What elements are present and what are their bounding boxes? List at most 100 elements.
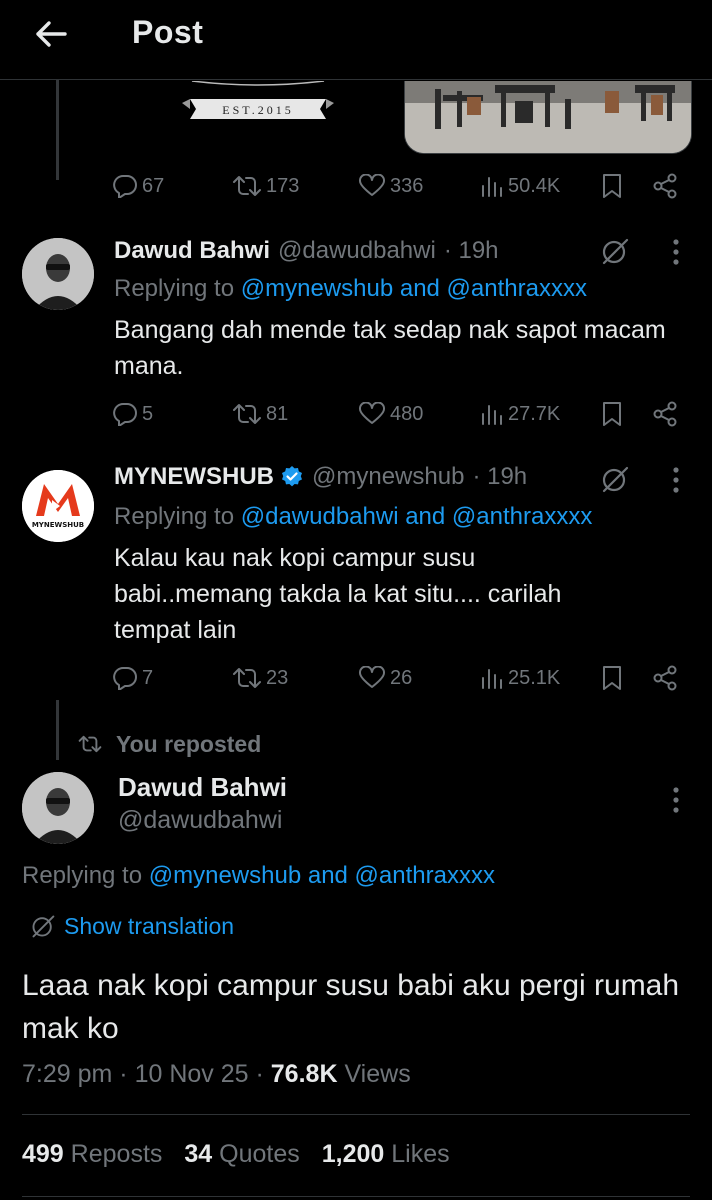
avatar-photo	[22, 238, 94, 310]
user-handle[interactable]: @dawudbahwi	[278, 237, 436, 265]
views-count: 25.1K	[508, 666, 561, 689]
bar-chart-icon	[482, 405, 502, 425]
replying-to-users[interactable]: @mynewshub and @anthraxxxx	[241, 275, 587, 302]
repost-count: 81	[266, 402, 289, 425]
reply1-actions: 5 81 480 27.7K	[112, 396, 690, 432]
quotes-stat[interactable]: 34 Quotes	[184, 1140, 299, 1169]
top-post-actions: 67 173 336 50.4K	[112, 168, 690, 204]
divider	[22, 1114, 690, 1115]
show-translation-button[interactable]: Show translation	[30, 910, 234, 942]
repost-icon	[233, 404, 261, 424]
page-title: Post	[132, 14, 204, 50]
thread-line	[56, 80, 59, 180]
reply-icon	[113, 175, 137, 198]
arrow-left-icon	[36, 21, 67, 47]
reply1-header: Dawud Bahwi @dawudbahwi · 19h	[114, 234, 499, 268]
post-time[interactable]: 7:29 pm	[22, 1060, 112, 1088]
reply2-header: MYNEWSHUB @mynewshub · 19h	[114, 460, 527, 494]
reply2-actions: 7 23 26 25.1K	[112, 660, 690, 696]
repost-indicator[interactable]: You reposted	[78, 728, 261, 760]
engagement-stats: 499 Reposts 34 Quotes 1,200 Likes	[22, 1140, 450, 1169]
bar-chart-icon	[482, 177, 502, 197]
repost-count: 23	[266, 666, 289, 689]
bookmark-button[interactable]	[602, 396, 622, 432]
verified-badge-icon	[282, 466, 302, 487]
repost-button[interactable]: 81	[232, 396, 288, 432]
divider	[22, 1196, 690, 1197]
media-image-logo[interactable]: EST.2015	[120, 81, 396, 155]
grok-icon[interactable]	[600, 464, 630, 494]
post-text: Kalau kau nak kopi campur susu babi..mem…	[114, 544, 562, 644]
replying-to: Replying to @mynewshub and @anthraxxxx	[22, 862, 495, 889]
top-bar: Post	[0, 0, 712, 80]
post-time[interactable]: · 19h	[444, 237, 499, 265]
bookmark-icon	[603, 666, 621, 690]
show-translation-label: Show translation	[64, 912, 235, 939]
repost-button[interactable]: 173	[232, 168, 299, 204]
share-button[interactable]	[652, 660, 678, 696]
share-icon	[653, 173, 677, 199]
share-button[interactable]	[652, 168, 678, 204]
display-name[interactable]: Dawud Bahwi	[114, 237, 270, 265]
media-image-cafe[interactable]	[404, 81, 692, 154]
post-time[interactable]: · 19h	[472, 463, 527, 491]
views-button[interactable]: 27.7K	[480, 396, 560, 432]
views-count: 76.8K	[270, 1060, 338, 1088]
repost-icon	[78, 735, 102, 753]
post-date[interactable]: 10 Nov 25	[135, 1060, 249, 1088]
reply-count: 7	[142, 666, 154, 689]
cafe-photo	[405, 81, 691, 153]
heart-icon	[359, 402, 385, 424]
bookmark-button[interactable]	[602, 168, 622, 204]
repost-button[interactable]: 23	[232, 660, 288, 696]
replying-to-users[interactable]: @mynewshub and @anthraxxxx	[149, 862, 495, 889]
more-icon[interactable]	[672, 786, 680, 814]
translate-icon	[32, 915, 55, 938]
user-handle[interactable]: @mynewshub	[312, 463, 464, 491]
mynewshub-logo: MYNEWSHUB	[22, 470, 94, 542]
replying-to: Replying to @dawudbahwi and @anthraxxxx	[114, 503, 593, 530]
grok-icon[interactable]	[600, 236, 630, 266]
views-count: 50.4K	[508, 174, 561, 197]
avatar-photo	[22, 772, 94, 844]
user-handle[interactable]: @dawudbahwi	[118, 806, 282, 835]
reply-button[interactable]: 7	[112, 660, 153, 696]
bookmark-icon	[603, 174, 621, 198]
views-button[interactable]: 50.4K	[480, 168, 560, 204]
share-icon	[653, 665, 677, 691]
avatar[interactable]: MYNEWSHUB	[22, 470, 94, 542]
bookmark-icon	[603, 402, 621, 426]
reply-button[interactable]: 5	[112, 396, 153, 432]
repost-count: 173	[266, 174, 300, 197]
display-name[interactable]: MYNEWSHUB	[114, 463, 274, 491]
views-count: 27.7K	[508, 402, 561, 425]
more-icon[interactable]	[672, 238, 680, 266]
repost-icon	[233, 176, 261, 196]
more-icon[interactable]	[672, 466, 680, 494]
views-button[interactable]: 25.1K	[480, 660, 560, 696]
like-button[interactable]: 336	[358, 168, 423, 204]
post-text: Bangang dah mende tak sedap nak sapot ma…	[114, 316, 666, 380]
reposts-stat[interactable]: 499 Reposts	[22, 1140, 162, 1169]
replying-to: Replying to @mynewshub and @anthraxxxx	[114, 275, 587, 302]
thread-line	[56, 700, 59, 760]
bookmark-button[interactable]	[602, 660, 622, 696]
logo-text: MYNEWSHUB	[32, 521, 84, 529]
like-count: 336	[390, 174, 424, 197]
like-button[interactable]: 26	[358, 660, 412, 696]
like-count: 26	[390, 666, 413, 689]
like-button[interactable]: 480	[358, 396, 423, 432]
share-icon	[653, 401, 677, 427]
repost-label: You reposted	[116, 730, 262, 757]
reply-button[interactable]: 67	[112, 168, 164, 204]
back-button[interactable]	[28, 12, 74, 56]
share-button[interactable]	[652, 396, 678, 432]
likes-stat[interactable]: 1,200 Likes	[322, 1140, 450, 1169]
avatar[interactable]	[22, 238, 94, 310]
display-name[interactable]: Dawud Bahwi	[118, 772, 287, 803]
views-label: Views	[344, 1060, 411, 1088]
avatar[interactable]	[22, 772, 94, 844]
post-text: Laaa nak kopi campur susu babi aku pergi…	[22, 969, 680, 1045]
replying-to-users[interactable]: @dawudbahwi and @anthraxxxx	[241, 503, 593, 530]
reply-count: 67	[142, 174, 165, 197]
